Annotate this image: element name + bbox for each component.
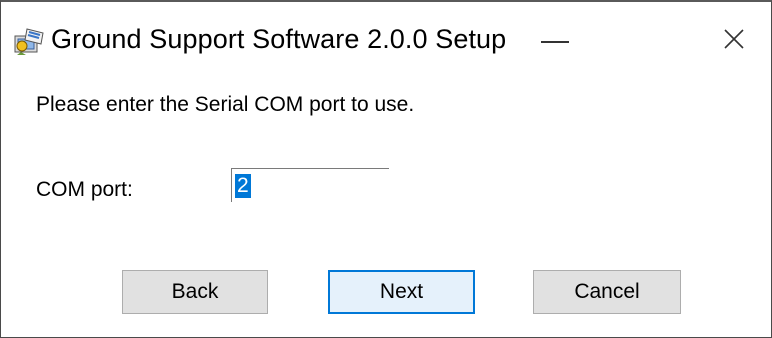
installer-icon	[13, 26, 47, 56]
minimize-icon	[541, 41, 569, 43]
cancel-button[interactable]: Cancel	[533, 270, 681, 314]
com-port-label: COM port:	[36, 178, 133, 201]
window-title: Ground Support Software 2.0.0 Setup	[51, 24, 507, 54]
back-button[interactable]: Back	[122, 270, 268, 314]
com-port-value: 2	[235, 174, 251, 198]
minimize-button[interactable]	[527, 20, 583, 56]
setup-dialog: Ground Support Software 2.0.0 Setup Plea…	[0, 0, 772, 338]
close-button[interactable]	[709, 20, 759, 56]
next-button[interactable]: Next	[328, 270, 475, 314]
instruction-text: Please enter the Serial COM port to use.	[36, 93, 415, 116]
close-icon	[724, 29, 744, 49]
title-bar[interactable]: Ground Support Software 2.0.0 Setup	[1, 2, 771, 56]
com-port-input[interactable]: 2	[231, 168, 389, 202]
